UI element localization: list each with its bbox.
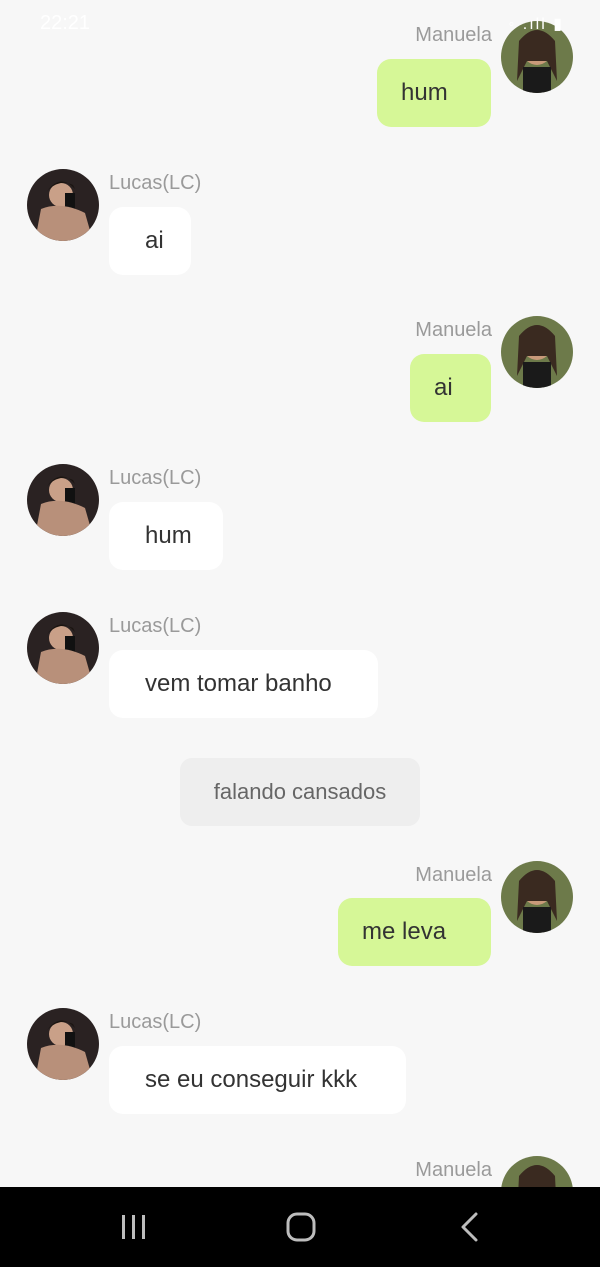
avatar-lucas[interactable] (27, 612, 99, 684)
sender-name: Manuela (415, 319, 492, 341)
message-bubble[interactable]: hum (377, 59, 491, 127)
sender-name: Lucas(LC) (109, 615, 202, 637)
message-bubble[interactable]: ai (410, 354, 491, 422)
message-bubble[interactable]: ai (109, 207, 191, 275)
avatar-manuela[interactable] (501, 861, 573, 933)
sender-name: Lucas(LC) (109, 172, 202, 194)
status-indicators: ◦ .ıll ▮ (508, 16, 564, 33)
avatar-lucas[interactable] (27, 464, 99, 536)
message-bubble[interactable]: hum (109, 502, 223, 570)
avatar-manuela[interactable] (501, 1156, 573, 1187)
avatar-lucas[interactable] (27, 169, 99, 241)
system-note: falando cansados (180, 758, 420, 826)
status-bar: 22:21 ◦ .ıll ▮ (0, 0, 600, 48)
system-navigation-bar (0, 1187, 600, 1267)
sender-name: Lucas(LC) (109, 467, 202, 489)
sender-name: Lucas(LC) (109, 1011, 202, 1033)
recent-apps-icon[interactable] (114, 1207, 154, 1247)
message-bubble[interactable]: vem tomar banho (109, 650, 378, 718)
avatar-lucas[interactable] (27, 1008, 99, 1080)
message-bubble[interactable]: me leva (338, 898, 491, 966)
back-icon[interactable] (450, 1207, 490, 1247)
message-bubble[interactable]: se eu conseguir kkk (109, 1046, 406, 1114)
avatar-manuela[interactable] (501, 316, 573, 388)
sender-name: Manuela (415, 1159, 492, 1181)
sender-name: Manuela (415, 864, 492, 886)
home-icon[interactable] (281, 1207, 321, 1247)
status-time: 22:21 (40, 12, 91, 34)
chat-thread[interactable]: Manuela hum Lucas(LC) ai Manuela ai Luca… (0, 0, 600, 1187)
